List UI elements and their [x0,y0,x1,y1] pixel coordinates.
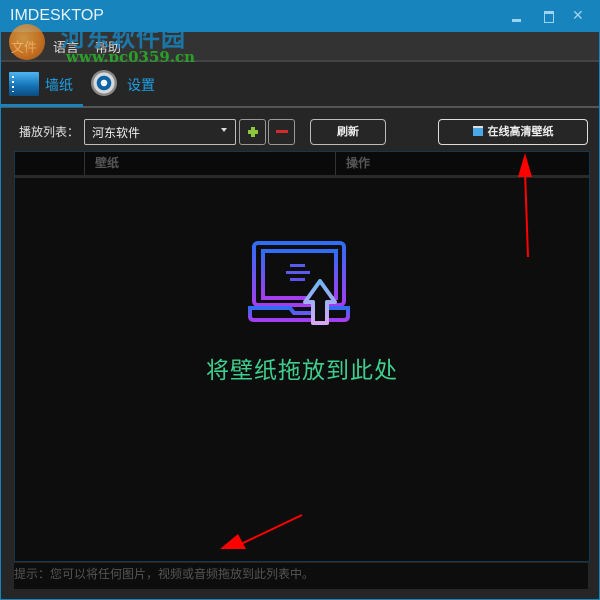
wallpaper-icon [9,72,39,96]
refresh-button[interactable]: 刷新 [310,119,386,145]
playlist-value: 河东软件 [92,126,141,140]
menu-help[interactable]: 帮助 [95,37,121,56]
close-button[interactable]: ✕ [572,7,596,25]
column-header-index[interactable] [15,152,83,175]
laptop-upload-icon [248,241,350,325]
menu-bar: 文件 语言 帮助 [1,32,599,62]
column-header-actions[interactable]: 操作 [335,152,590,175]
online-wallpaper-label: 在线高清壁纸 [487,125,554,138]
tab-wallpaper-label: 墙纸 [45,78,73,94]
clapperboard-icon [472,126,483,136]
add-playlist-button[interactable] [239,119,266,145]
hint-text: 提示：您可以将任何图片，视频或音频拖放到此列表中。 [14,563,588,589]
wallpaper-grid[interactable]: 壁纸 操作 将壁纸拖放到此处 [14,151,590,562]
tab-bar: 墙纸 设置 [1,62,599,108]
app-window: IMDESKTOP ✕ 文件 语言 帮助 河东软件园 www.pc0359.cn… [0,0,600,600]
grid-header: 壁纸 操作 [15,152,589,178]
watermark-logo-icon [9,24,45,60]
tab-settings-label: 设置 [127,78,155,94]
playlist-label: 播放列表： [19,125,80,139]
minimize-button[interactable] [507,7,531,25]
title-bar[interactable]: IMDESKTOP ✕ [1,1,599,32]
menu-language[interactable]: 语言 [53,37,79,56]
window-title: IMDESKTOP [10,7,104,24]
gear-icon [91,70,117,96]
maximize-button[interactable] [539,7,563,25]
refresh-label: 刷新 [337,125,359,138]
tab-wallpaper[interactable]: 墙纸 [1,62,83,107]
playlist-select[interactable]: 河东软件 [84,119,236,145]
chevron-down-icon [221,128,227,132]
online-wallpaper-button[interactable]: 在线高清壁纸 [438,119,588,145]
column-header-wallpaper[interactable]: 壁纸 [84,152,335,175]
tab-settings[interactable]: 设置 [83,62,173,104]
drop-zone-text: 将壁纸拖放到此处 [206,358,398,384]
remove-playlist-button[interactable] [268,119,295,145]
drop-zone[interactable]: 将壁纸拖放到此处 [15,178,589,561]
